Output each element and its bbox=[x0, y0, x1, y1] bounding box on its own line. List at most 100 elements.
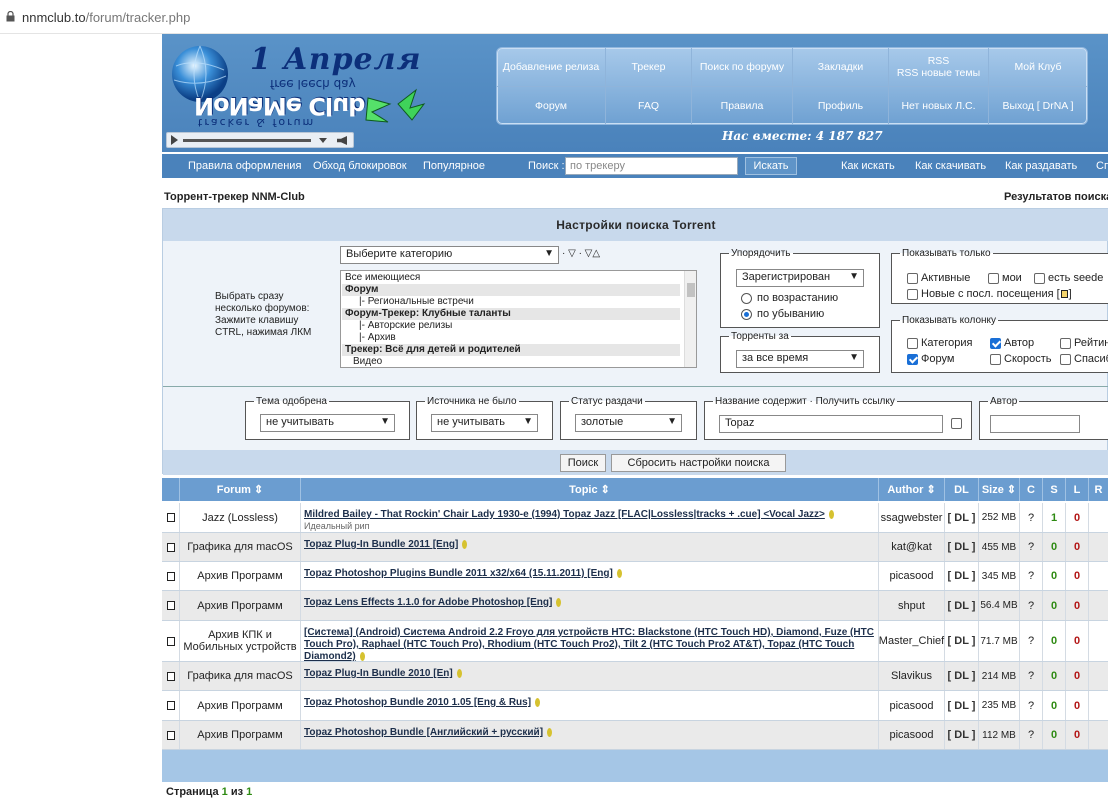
nav-link-more[interactable]: Сп bbox=[1096, 160, 1108, 172]
category-item[interactable]: |- Архив bbox=[359, 332, 396, 344]
order-asc-radio[interactable] bbox=[741, 293, 752, 304]
col-header-author[interactable]: Author ⇕ bbox=[879, 478, 945, 501]
period-select[interactable]: за все время ▼ bbox=[736, 350, 864, 368]
show-active-checkbox[interactable] bbox=[907, 273, 918, 284]
address-bar[interactable]: nnmclub.to/forum/tracker.php bbox=[0, 0, 1108, 34]
col-header-l[interactable]: L bbox=[1066, 478, 1089, 501]
author-input[interactable] bbox=[990, 415, 1080, 433]
topic-link[interactable]: Topaz Lens Effects 1.1.0 for Adobe Photo… bbox=[304, 597, 552, 608]
row-forum[interactable]: Графика для macOS bbox=[180, 533, 301, 561]
row-dl-link[interactable]: [ DL ] bbox=[945, 662, 979, 690]
row-forum[interactable]: Архив Программ bbox=[180, 591, 301, 620]
col-thanks-checkbox[interactable] bbox=[1060, 354, 1071, 365]
nav-search-input[interactable]: по трекеру bbox=[565, 157, 738, 175]
volume-icon[interactable] bbox=[337, 136, 347, 145]
nav-link-how-search[interactable]: Как искать bbox=[841, 160, 895, 172]
menu-my-club[interactable]: Мой Клуб bbox=[989, 48, 1087, 87]
row-topic[interactable]: Topaz Photoshop Bundle 2010 1.05 [Eng & … bbox=[301, 691, 879, 720]
col-speed-checkbox[interactable] bbox=[990, 354, 1001, 365]
order-desc-radio[interactable] bbox=[741, 309, 752, 320]
row-author[interactable]: Master_Chief bbox=[879, 621, 945, 661]
row-forum[interactable]: Архив КПК и Мобильных устройств bbox=[180, 621, 301, 661]
nav-search-button[interactable]: Искать bbox=[745, 157, 797, 175]
row-topic[interactable]: Topaz Lens Effects 1.1.0 for Adobe Photo… bbox=[301, 591, 879, 620]
category-list[interactable]: Все имеющиеся Форум |- Региональные встр… bbox=[340, 270, 697, 368]
row-dl-link[interactable]: [ DL ] bbox=[945, 562, 979, 590]
category-group[interactable]: Форум-Трекер: Клубные таланты bbox=[342, 308, 680, 320]
category-icons[interactable]: · ▽ · ▽△ bbox=[562, 248, 600, 259]
nav-link-bypass[interactable]: Обход блокировок bbox=[313, 160, 407, 172]
row-dl-link[interactable]: [ DL ] bbox=[945, 721, 979, 749]
show-new-checkbox[interactable] bbox=[907, 289, 918, 300]
col-rating-checkbox[interactable] bbox=[1060, 338, 1071, 349]
topic-link[interactable]: Mildred Bailey - That Rockin' Chair Lady… bbox=[304, 509, 825, 520]
row-author[interactable]: picasood bbox=[879, 691, 945, 720]
menu-tracker[interactable]: Трекер bbox=[606, 48, 692, 87]
topic-link[interactable]: Topaz Plug-In Bundle 2011 [Eng] bbox=[304, 539, 458, 550]
nav-link-rules[interactable]: Правила оформления bbox=[188, 160, 301, 172]
nav-link-popular[interactable]: Популярное bbox=[423, 160, 485, 172]
row-author[interactable]: kat@kat bbox=[879, 533, 945, 561]
chevron-down-icon[interactable] bbox=[319, 138, 327, 143]
category-select[interactable]: Выберите категорию ▼ bbox=[340, 246, 559, 264]
col-category-checkbox[interactable] bbox=[907, 338, 918, 349]
source-select[interactable]: не учитывать ▼ bbox=[431, 414, 538, 432]
col-header-c[interactable]: C bbox=[1020, 478, 1043, 501]
col-header-s[interactable]: S bbox=[1043, 478, 1066, 501]
col-header-size[interactable]: Size ⇕ bbox=[979, 478, 1020, 501]
menu-messages[interactable]: Нет новых Л.С. bbox=[889, 87, 989, 125]
row-topic[interactable]: Topaz Photoshop Plugins Bundle 2011 x32/… bbox=[301, 562, 879, 590]
category-item[interactable]: |- Региональные встречи bbox=[359, 296, 474, 308]
row-author[interactable]: shput bbox=[879, 591, 945, 620]
category-group[interactable]: Форум bbox=[342, 284, 680, 296]
order-select[interactable]: Зарегистрирован ▼ bbox=[736, 269, 864, 287]
page-current[interactable]: 1 bbox=[222, 786, 228, 798]
title-filter-checkbox[interactable] bbox=[951, 418, 962, 429]
tracker-title[interactable]: Торрент-трекер NNM-Club bbox=[164, 191, 305, 203]
col-header-forum[interactable]: Forum ⇕ bbox=[180, 478, 301, 501]
row-topic[interactable]: Mildred Bailey - That Rockin' Chair Lady… bbox=[301, 503, 879, 532]
menu-logout[interactable]: Выход [ DrNA ] bbox=[989, 87, 1087, 125]
row-topic[interactable]: Topaz Photoshop Bundle [Английский + рус… bbox=[301, 721, 879, 749]
menu-profile[interactable]: Профиль bbox=[793, 87, 889, 125]
status-select[interactable]: золотые ▼ bbox=[575, 414, 682, 432]
player-progress[interactable] bbox=[183, 139, 311, 142]
row-topic[interactable]: Topaz Plug-In Bundle 2010 [En] bbox=[301, 662, 879, 690]
category-item[interactable]: Все имеющиеся bbox=[345, 272, 420, 284]
menu-add-release[interactable]: Добавление релиза bbox=[497, 48, 606, 87]
col-forum-checkbox[interactable] bbox=[907, 354, 918, 365]
topic-link[interactable]: Topaz Photoshop Bundle 2010 1.05 [Eng & … bbox=[304, 697, 531, 708]
title-filter-input[interactable]: Topaz bbox=[719, 415, 943, 433]
category-item[interactable]: Видео bbox=[353, 356, 382, 367]
row-author[interactable]: ssagwebster bbox=[879, 503, 945, 532]
nav-link-how-seed[interactable]: Как раздавать bbox=[1005, 160, 1077, 172]
menu-rss[interactable]: RSS RSS новые темы bbox=[889, 48, 989, 87]
search-button[interactable]: Поиск bbox=[560, 454, 606, 472]
row-dl-link[interactable]: [ DL ] bbox=[945, 691, 979, 720]
category-scrollbar[interactable] bbox=[684, 271, 696, 367]
topic-link[interactable]: [Система] (Android) Система Android 2.2 … bbox=[304, 627, 874, 662]
row-topic[interactable]: [Система] (Android) Система Android 2.2 … bbox=[301, 621, 879, 662]
row-dl-link[interactable]: [ DL ] bbox=[945, 533, 979, 561]
nav-link-how-download[interactable]: Как скачивать bbox=[915, 160, 986, 172]
row-topic[interactable]: Topaz Plug-In Bundle 2011 [Eng] bbox=[301, 533, 879, 561]
menu-forum[interactable]: Форум bbox=[497, 87, 606, 125]
row-dl-link[interactable]: [ DL ] bbox=[945, 503, 979, 532]
menu-rules[interactable]: Правила bbox=[692, 87, 793, 125]
page-total[interactable]: 1 bbox=[246, 786, 252, 798]
category-item[interactable]: |- Авторские релизы bbox=[359, 320, 452, 332]
audio-player[interactable] bbox=[166, 132, 354, 148]
row-forum[interactable]: Архив Программ bbox=[180, 562, 301, 590]
row-forum[interactable]: Архив Программ bbox=[180, 691, 301, 720]
col-author-checkbox[interactable] bbox=[990, 338, 1001, 349]
col-header-topic[interactable]: Topic ⇕ bbox=[301, 478, 879, 501]
show-mine-checkbox[interactable] bbox=[988, 273, 999, 284]
play-icon[interactable] bbox=[171, 135, 178, 145]
reset-button[interactable]: Сбросить настройки поиска bbox=[611, 454, 786, 472]
approved-select[interactable]: не учитывать ▼ bbox=[260, 414, 395, 432]
col-header-r[interactable]: R bbox=[1089, 478, 1108, 501]
row-forum[interactable]: Jazz (Lossless) bbox=[180, 503, 301, 532]
get-link[interactable]: · Получить ссылку bbox=[810, 396, 895, 407]
row-forum[interactable]: Графика для macOS bbox=[180, 662, 301, 690]
row-author[interactable]: picasood bbox=[879, 721, 945, 749]
